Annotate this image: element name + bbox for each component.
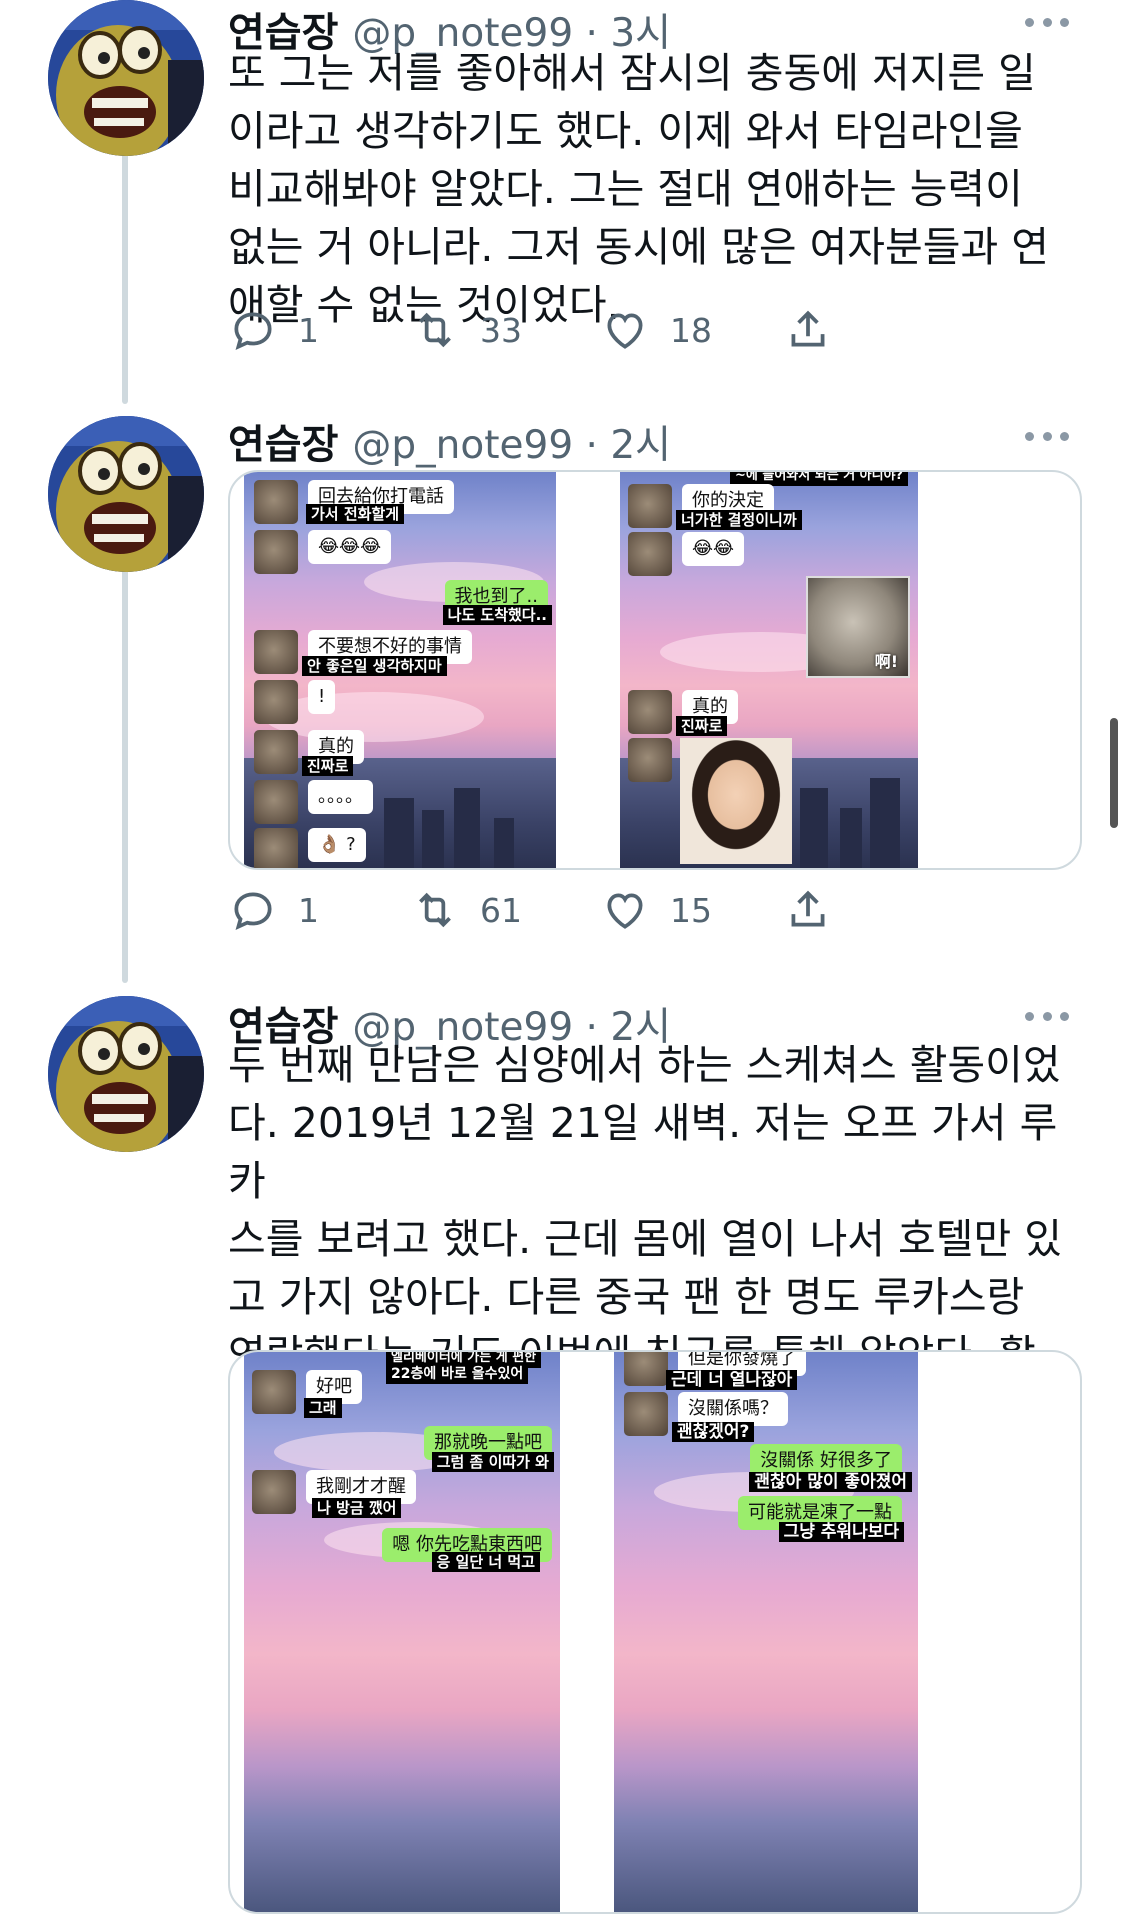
more-options-icon[interactable] bbox=[1025, 16, 1069, 28]
chat-bubble: 👌🏽 ? bbox=[308, 828, 366, 862]
reply-icon bbox=[234, 312, 272, 351]
cat-avatar bbox=[254, 780, 298, 824]
thread-line bbox=[122, 142, 128, 404]
reply-button[interactable]: 1 bbox=[228, 880, 319, 940]
heart-icon bbox=[607, 893, 643, 929]
chat-message: 😂😂 bbox=[628, 532, 745, 576]
tweet-actions: 1 33 18 bbox=[228, 300, 968, 360]
media-grid[interactable]: 엘리베이터에 가는 게 편한 22층에 바로 올수있어 好吧 그래 那就晚一點吧… bbox=[228, 1350, 1082, 1914]
chat-message: 。。。。 bbox=[254, 780, 373, 824]
chat-bubble: 。。。。 bbox=[308, 780, 373, 814]
thread-line bbox=[122, 555, 128, 983]
korean-subtitle: 그럼 좀 이따가 와 bbox=[431, 1452, 554, 1472]
korean-subtitle: 22층에 바로 올수있어 bbox=[386, 1364, 529, 1384]
chat-message: 😂😂😂 bbox=[254, 530, 392, 574]
chat-message: ! bbox=[254, 680, 336, 724]
korean-subtitle: 나도 도착했다.. bbox=[442, 605, 552, 625]
cat-avatar bbox=[624, 1392, 668, 1436]
tweet-text: 또 그는 저를 좋아해서 잠시의 충동에 저지른 일 이라고 생각하기도 했다.… bbox=[228, 49, 1049, 329]
korean-subtitle: 너가한 결정이니까 bbox=[676, 510, 802, 530]
share-icon bbox=[791, 890, 825, 927]
retweet-icon bbox=[419, 892, 451, 928]
chat-screenshot[interactable]: ~에 들어와서 되는 거 아니야? 你的決定 너가한 결정이니까 😂😂 啊! 真… bbox=[620, 472, 918, 868]
sticker-text: 啊! bbox=[874, 652, 898, 671]
korean-subtitle: 진짜로 bbox=[302, 756, 354, 776]
like-button[interactable]: 15 bbox=[600, 880, 712, 940]
cat-avatar bbox=[252, 1370, 296, 1414]
retweet-icon bbox=[419, 312, 451, 348]
cat-avatar bbox=[254, 828, 298, 868]
chat-bubble: 😂😂 bbox=[682, 532, 745, 566]
share-button[interactable] bbox=[783, 300, 833, 360]
scrollbar[interactable] bbox=[1110, 718, 1118, 828]
cat-avatar bbox=[254, 530, 298, 574]
more-options-icon[interactable] bbox=[1025, 430, 1069, 442]
korean-subtitle: 진짜로 bbox=[676, 716, 728, 736]
avatar[interactable] bbox=[48, 996, 204, 1152]
korean-subtitle: 그래 bbox=[304, 1398, 342, 1418]
avatar[interactable] bbox=[48, 0, 204, 156]
korean-subtitle: 괜찮아 많이 좋아졌어 bbox=[749, 1472, 912, 1492]
share-button[interactable] bbox=[783, 880, 833, 940]
like-count: 18 bbox=[670, 310, 712, 350]
share-icon bbox=[791, 310, 825, 347]
child-photo-sticker bbox=[680, 738, 792, 864]
cat-avatar bbox=[254, 630, 298, 674]
cat-avatar bbox=[624, 1352, 668, 1386]
avatar[interactable] bbox=[48, 416, 204, 572]
reply-button[interactable]: 1 bbox=[228, 300, 319, 360]
korean-subtitle: 그냥 추워나보다 bbox=[778, 1522, 904, 1542]
like-count: 15 bbox=[670, 890, 712, 930]
tweet-header: 연습장 @p_note99 · 3시 bbox=[228, 0, 671, 56]
cat-avatar bbox=[254, 680, 298, 724]
display-name[interactable]: 연습장 bbox=[228, 412, 338, 470]
cat-sticker: 啊! bbox=[806, 576, 910, 678]
handle-time[interactable]: @p_note99 · 2시 bbox=[352, 414, 671, 470]
chat-screenshot[interactable]: 回去給你打電話 가서 전화할게 😂😂😂 我也到了.. 나도 도착했다.. 不要想… bbox=[244, 472, 556, 868]
korean-subtitle: 안 좋은일 생각하지마 bbox=[302, 656, 447, 676]
reply-count: 1 bbox=[298, 890, 319, 930]
cat-avatar bbox=[628, 690, 672, 734]
retweet-count: 33 bbox=[480, 310, 522, 350]
chat-bubble: ! bbox=[308, 680, 336, 714]
tweet-actions: 1 61 15 bbox=[228, 880, 968, 940]
cat-avatar bbox=[252, 1470, 296, 1514]
cat-avatar bbox=[628, 532, 672, 576]
like-button[interactable]: 18 bbox=[600, 300, 712, 360]
more-options-icon[interactable] bbox=[1025, 1010, 1069, 1022]
tweet-header: 연습장 @p_note99 · 2시 bbox=[228, 412, 671, 468]
reply-count: 1 bbox=[298, 310, 319, 350]
cat-avatar bbox=[254, 480, 298, 524]
chat-bubble: 沒關係嗎？ bbox=[678, 1392, 788, 1426]
reply-icon bbox=[234, 892, 272, 931]
retweet-button[interactable]: 61 bbox=[410, 880, 522, 940]
cat-avatar bbox=[628, 484, 672, 528]
chat-message: 👌🏽 ? bbox=[254, 828, 366, 868]
chat-screenshot[interactable]: 엘리베이터에 가는 게 편한 22층에 바로 올수있어 好吧 그래 那就晚一點吧… bbox=[244, 1352, 560, 1912]
korean-subtitle: 근데 너 열나잖아 bbox=[666, 1370, 798, 1390]
korean-subtitle: 나 방금 깼어 bbox=[312, 1498, 402, 1518]
heart-icon bbox=[607, 313, 643, 349]
cat-avatar bbox=[254, 730, 298, 774]
retweet-button[interactable]: 33 bbox=[410, 300, 522, 360]
media-grid[interactable]: 回去給你打電話 가서 전화할게 😂😂😂 我也到了.. 나도 도착했다.. 不要想… bbox=[228, 470, 1082, 870]
korean-subtitle: 가서 전화할게 bbox=[306, 504, 405, 524]
korean-subtitle: 괜찮겠어? bbox=[672, 1422, 755, 1442]
chat-message bbox=[628, 738, 672, 782]
korean-subtitle: 응 일단 너 먹고 bbox=[431, 1552, 540, 1572]
chat-bubble: 😂😂😂 bbox=[308, 530, 392, 564]
chat-screenshot[interactable]: 但是你發燒了 근데 너 열나잖아 沒關係嗎？ 괜찮겠어? 沒關係 好很多了 괜찮… bbox=[614, 1352, 918, 1912]
retweet-count: 61 bbox=[480, 890, 522, 930]
cat-avatar bbox=[628, 738, 672, 782]
